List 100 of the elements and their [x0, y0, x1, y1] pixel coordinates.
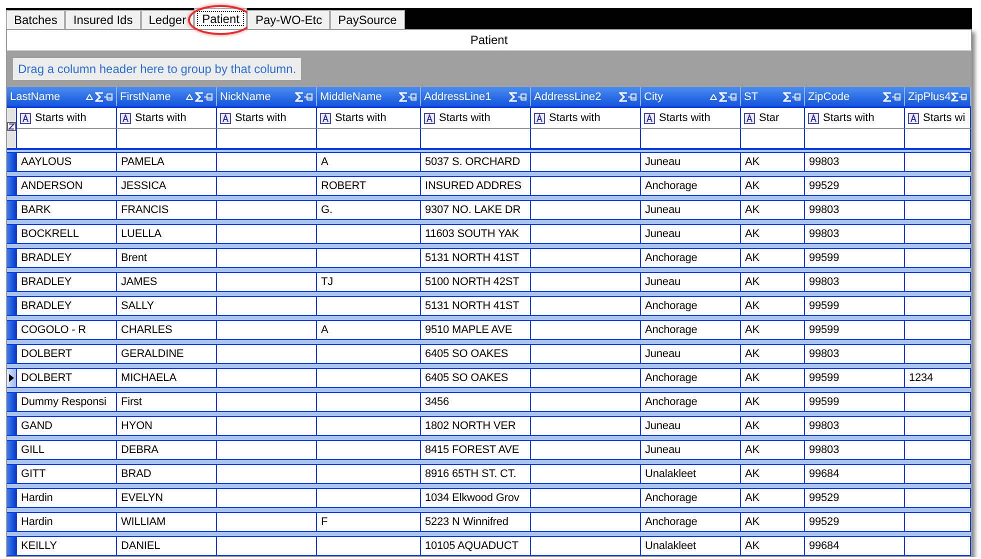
column-header[interactable]: AddressLine1: [421, 87, 531, 106]
table-cell: JAMES: [121, 276, 158, 288]
tab[interactable]: Insured Ids: [65, 10, 141, 29]
column-header[interactable]: NickName: [217, 87, 317, 106]
filter-cell[interactable]: Starts with: [117, 108, 217, 129]
table-cell: 9510 MAPLE AVE: [425, 324, 512, 336]
column-header[interactable]: ZipPlus4: [905, 87, 971, 106]
filter-cell[interactable]: Starts with: [531, 108, 641, 129]
clear-filter-icon[interactable]: [7, 122, 16, 131]
filter-operator-icon[interactable]: [744, 112, 755, 124]
tab[interactable]: Batches: [6, 10, 66, 29]
sum-icon[interactable]: [509, 92, 518, 102]
row-selector[interactable]: [7, 369, 17, 387]
table-cell: AK: [745, 492, 760, 504]
filter-cell[interactable]: Starts with: [17, 108, 117, 129]
table-cell: JESSICA: [121, 180, 166, 192]
pin-icon[interactable]: [304, 92, 313, 100]
table-cell: 99529: [809, 492, 840, 504]
table-cell: Anchorage: [645, 180, 698, 192]
table-cell: 6405 SO OAKES: [425, 372, 508, 384]
sort-ascending-icon[interactable]: [710, 94, 717, 100]
table-cell: BRAD: [121, 468, 152, 480]
table-cell: DOLBERT: [21, 348, 72, 360]
column-header[interactable]: City: [641, 87, 741, 106]
column-header[interactable]: ZipCode: [805, 87, 905, 106]
column-header[interactable]: FirstName: [117, 87, 217, 106]
table-cell: AK: [745, 300, 760, 312]
filter-cell[interactable]: Starts with: [805, 108, 905, 129]
filter-input[interactable]: [905, 129, 971, 150]
column-header[interactable]: LastName: [7, 87, 117, 106]
column-header[interactable]: MiddleName: [317, 87, 421, 106]
sum-icon[interactable]: [783, 92, 792, 102]
filter-input[interactable]: [317, 129, 421, 150]
pin-icon[interactable]: [958, 92, 967, 100]
table-cell: DOLBERT: [21, 372, 72, 384]
pin-icon[interactable]: [892, 92, 901, 100]
table-cell: 99599: [809, 396, 840, 408]
filter-cell[interactable]: Star: [741, 108, 805, 129]
table-cell: INSURED ADDRES: [425, 180, 522, 192]
pin-icon[interactable]: [628, 92, 637, 100]
filter-operator-icon[interactable]: [908, 112, 919, 124]
filter-cell[interactable]: Starts with: [421, 108, 531, 129]
table-cell: 99599: [809, 324, 840, 336]
filter-operator-icon[interactable]: [808, 112, 819, 124]
pin-icon[interactable]: [728, 92, 737, 100]
filter-operator-icon[interactable]: [644, 112, 655, 124]
pin-icon[interactable]: [204, 92, 213, 100]
filter-input[interactable]: [531, 129, 641, 150]
table-cell: AK: [745, 156, 760, 168]
filter-operator-icon[interactable]: [120, 112, 131, 124]
column-header[interactable]: ST: [741, 87, 805, 106]
table-cell: DANIEL: [121, 540, 160, 552]
table-cell: Hardin: [21, 516, 53, 528]
column-header[interactable]: AddressLine2: [531, 87, 641, 106]
sum-icon[interactable]: [719, 92, 728, 102]
table-cell: A: [321, 156, 328, 168]
sum-icon[interactable]: [619, 92, 628, 102]
tab[interactable]: PaySource: [330, 10, 405, 29]
filter-input[interactable]: [17, 129, 117, 150]
tab[interactable]: Pay-WO-Etc: [247, 10, 330, 29]
sort-ascending-icon[interactable]: [86, 94, 93, 100]
pin-icon[interactable]: [792, 92, 801, 100]
pin-icon[interactable]: [408, 92, 417, 100]
filter-operator-icon[interactable]: [424, 112, 435, 124]
filter-cell[interactable]: Starts wi: [905, 108, 971, 129]
sum-icon[interactable]: [399, 92, 408, 102]
filter-cell[interactable]: Starts with: [317, 108, 421, 129]
table-cell: 5131 NORTH 41ST: [425, 300, 520, 312]
table-cell: BRADLEY: [21, 276, 72, 288]
table-cell: AK: [745, 348, 760, 360]
filter-operator-icon[interactable]: [320, 112, 331, 124]
filter-cell[interactable]: Starts with: [217, 108, 317, 129]
table-cell: 99803: [809, 204, 840, 216]
tab[interactable]: Patient: [194, 8, 248, 29]
sum-icon[interactable]: [950, 92, 959, 102]
table-cell: AK: [745, 228, 760, 240]
table-cell: AK: [745, 420, 760, 432]
filter-input[interactable]: [641, 129, 741, 150]
table-cell: 99599: [809, 372, 840, 384]
table-cell: BRADLEY: [21, 300, 72, 312]
filter-operator-icon[interactable]: [220, 112, 231, 124]
filter-input[interactable]: [741, 129, 805, 150]
sum-icon[interactable]: [295, 92, 304, 102]
table-cell: BARK: [21, 204, 51, 216]
filter-input[interactable]: [217, 129, 317, 150]
pin-icon[interactable]: [104, 92, 113, 100]
sum-icon[interactable]: [883, 92, 892, 102]
filter-operator-icon[interactable]: [534, 112, 545, 124]
sum-icon[interactable]: [95, 92, 104, 102]
filter-input[interactable]: [117, 129, 217, 150]
sort-ascending-icon[interactable]: [186, 94, 193, 100]
tab[interactable]: Ledger: [140, 10, 194, 29]
filter-input[interactable]: [421, 129, 531, 150]
filter-operator-icon[interactable]: [20, 112, 31, 124]
table-cell: Anchorage: [645, 300, 698, 312]
filter-input[interactable]: [805, 129, 905, 150]
pin-icon[interactable]: [518, 92, 527, 100]
sum-icon[interactable]: [195, 92, 204, 102]
table-cell: Anchorage: [645, 516, 698, 528]
filter-cell[interactable]: Starts with: [641, 108, 741, 129]
